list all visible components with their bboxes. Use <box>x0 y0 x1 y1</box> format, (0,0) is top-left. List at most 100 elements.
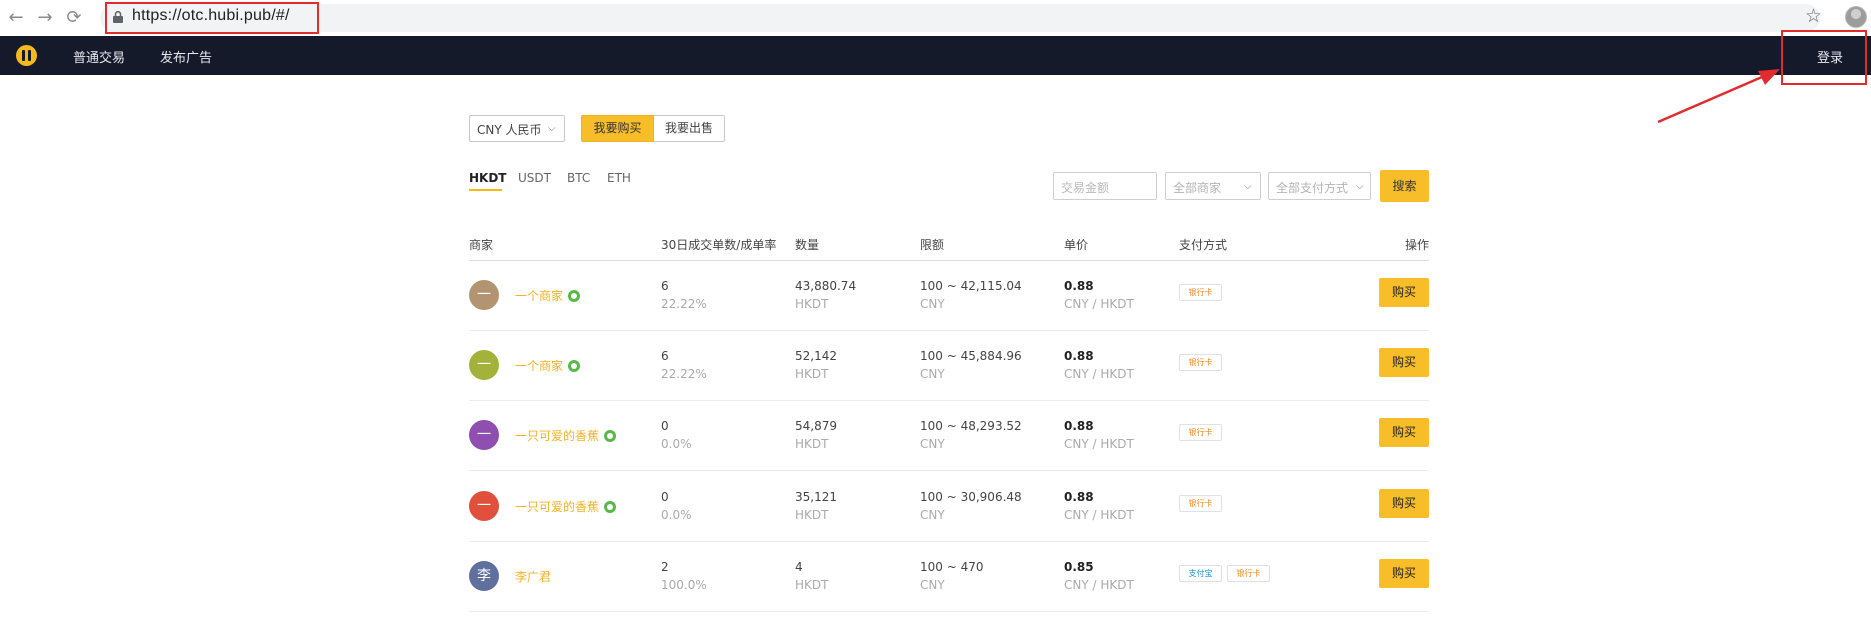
unit-price: 0.88 <box>1064 349 1094 363</box>
nav-link-trade[interactable]: 普通交易 <box>73 47 125 66</box>
quantity-unit: HKDT <box>795 367 829 381</box>
table-row: 一 一个商家 6 22.22% 52,142 HKDT 100 ~ 45,884… <box>469 331 1429 401</box>
order-count: 0 <box>661 419 669 433</box>
unit-price: 0.88 <box>1064 279 1094 293</box>
completion-rate: 0.0% <box>661 437 692 451</box>
table-row: 一 一个商家 6 22.22% 43,880.74 HKDT 100 ~ 42,… <box>469 261 1429 331</box>
buy-button[interactable]: 购买 <box>1379 489 1429 518</box>
price-unit: CNY / HKDT <box>1064 367 1134 381</box>
order-count: 0 <box>661 490 669 504</box>
header-payment: 支付方式 <box>1179 238 1228 252</box>
payment-method-tag: 银行卡 <box>1179 284 1222 301</box>
header-limit: 限额 <box>920 238 945 252</box>
verified-badge-icon <box>604 430 617 442</box>
table-row: 一 一只可爱的香蕉 0 0.0% 54,879 HKDT 100 ~ 48,29… <box>469 401 1429 471</box>
avatar: 一 <box>469 280 499 310</box>
buy-button[interactable]: 购买 <box>1379 559 1429 588</box>
site-navbar: 普通交易 发布广告 登录 <box>0 36 1871 75</box>
order-count: 2 <box>661 560 669 574</box>
completion-rate: 0.0% <box>661 508 692 522</box>
verified-badge-icon <box>604 501 617 513</box>
buy-tab[interactable]: 我要购买 <box>581 115 654 142</box>
order-count: 6 <box>661 349 669 363</box>
quantity-value: 4 <box>795 560 803 574</box>
trade-amount-input[interactable]: 交易金额 <box>1053 172 1157 200</box>
payment-method-tag: 银行卡 <box>1227 565 1270 582</box>
coin-tab-usdt[interactable]: USDT <box>518 171 551 185</box>
chevron-down-icon: ⌵ <box>548 123 556 134</box>
table-row: 一 一只可爱的香蕉 0 0.0% 35,121 HKDT 100 ~ 30,90… <box>469 472 1429 542</box>
bookmark-star-icon[interactable]: ☆ <box>1805 5 1822 27</box>
annotation-url-box <box>105 2 319 34</box>
payment-method-tag: 银行卡 <box>1179 424 1222 441</box>
unit-price: 0.85 <box>1064 560 1094 574</box>
quantity-value: 43,880.74 <box>795 279 857 293</box>
chevron-down-icon: ⌵ <box>1356 181 1364 192</box>
limit-range: 100 ~ 30,906.48 <box>920 490 1022 504</box>
coin-tab-eth[interactable]: ETH <box>607 171 631 185</box>
coin-tab-btc[interactable]: BTC <box>567 171 590 185</box>
payment-method-tag: 银行卡 <box>1179 354 1222 371</box>
avatar: 李 <box>469 561 499 591</box>
merchant-name-link[interactable]: 一个商家 <box>515 287 581 304</box>
annotation-login-box <box>1781 30 1867 85</box>
profile-avatar-icon[interactable] <box>1845 6 1867 28</box>
limit-range: 100 ~ 45,884.96 <box>920 349 1022 363</box>
coin-tab-hkdt[interactable]: HKDT <box>469 171 507 185</box>
buy-button[interactable]: 购买 <box>1379 348 1429 377</box>
verified-badge-icon <box>568 360 581 372</box>
limit-unit: CNY <box>920 297 945 311</box>
avatar: 一 <box>469 420 499 450</box>
address-bar[interactable] <box>100 4 1820 32</box>
search-button[interactable]: 搜索 <box>1380 170 1429 202</box>
completion-rate: 100.0% <box>661 578 707 592</box>
price-unit: CNY / HKDT <box>1064 508 1134 522</box>
header-action: 操作 <box>1405 238 1430 252</box>
unit-price: 0.88 <box>1064 419 1094 433</box>
merchant-name-link[interactable]: 一个商家 <box>515 357 581 374</box>
price-unit: CNY / HKDT <box>1064 578 1134 592</box>
hubi-logo-icon[interactable] <box>16 45 37 66</box>
limit-range: 100 ~ 48,293.52 <box>920 419 1022 433</box>
payment-filter-select[interactable]: 全部支付方式 ⌵ <box>1268 172 1371 200</box>
active-tab-underline <box>469 189 502 191</box>
limit-range: 100 ~ 470 <box>920 560 984 574</box>
header-merchant: 商家 <box>469 238 494 252</box>
header-orders-rate: 30日成交单数/成单率 <box>661 238 777 252</box>
reload-icon[interactable]: ⟳ <box>62 6 86 30</box>
limit-unit: CNY <box>920 367 945 381</box>
buy-button[interactable]: 购买 <box>1379 278 1429 307</box>
merchant-name-link[interactable]: 李广君 <box>515 568 551 585</box>
limit-unit: CNY <box>920 437 945 451</box>
unit-price: 0.88 <box>1064 490 1094 504</box>
nav-link-post-ad[interactable]: 发布广告 <box>160 47 212 66</box>
forward-icon[interactable]: → <box>33 6 57 30</box>
quantity-unit: HKDT <box>795 297 829 311</box>
table-row: 李 李广君 2 100.0% 4 HKDT 100 ~ 470 CNY 0.85… <box>469 542 1429 612</box>
verified-badge-icon <box>568 290 581 302</box>
chevron-down-icon: ⌵ <box>1244 181 1252 192</box>
limit-range: 100 ~ 42,115.04 <box>920 279 1022 293</box>
sell-tab[interactable]: 我要出售 <box>654 115 725 142</box>
row-divider <box>469 611 1429 612</box>
payment-method-tag: 银行卡 <box>1179 495 1222 512</box>
header-price: 单价 <box>1064 238 1089 252</box>
quantity-value: 54,879 <box>795 419 837 433</box>
merchant-name-link[interactable]: 一只可爱的香蕉 <box>515 498 617 515</box>
merchant-filter-select[interactable]: 全部商家 ⌵ <box>1165 172 1261 200</box>
quantity-value: 52,142 <box>795 349 837 363</box>
limit-unit: CNY <box>920 508 945 522</box>
order-count: 6 <box>661 279 669 293</box>
back-icon[interactable]: ← <box>4 6 28 30</box>
avatar: 一 <box>469 491 499 521</box>
buy-button[interactable]: 购买 <box>1379 418 1429 447</box>
currency-select[interactable]: CNY 人民币 ⌵ <box>469 115 565 142</box>
completion-rate: 22.22% <box>661 297 707 311</box>
completion-rate: 22.22% <box>661 367 707 381</box>
avatar: 一 <box>469 350 499 380</box>
limit-unit: CNY <box>920 578 945 592</box>
merchant-name-link[interactable]: 一只可爱的香蕉 <box>515 427 617 444</box>
quantity-unit: HKDT <box>795 508 829 522</box>
payment-method-tag: 支付宝 <box>1179 565 1222 582</box>
price-unit: CNY / HKDT <box>1064 297 1134 311</box>
